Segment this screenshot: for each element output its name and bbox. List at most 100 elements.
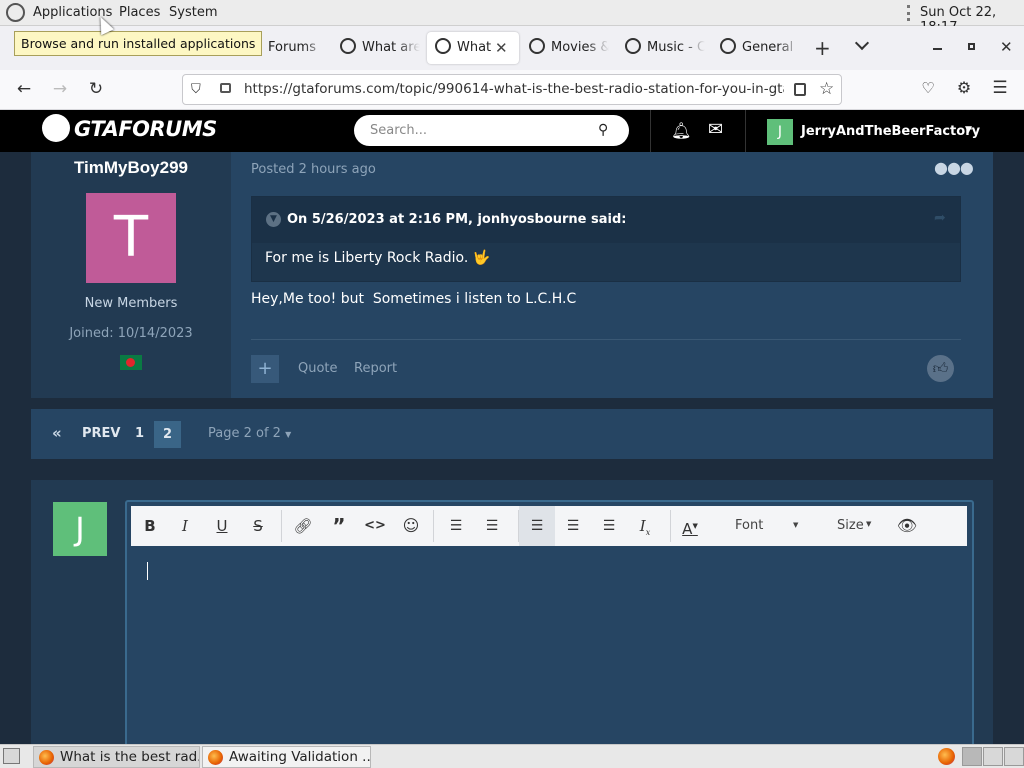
- preview-eye-icon[interactable]: 👁︎: [889, 506, 925, 546]
- link-icon[interactable]: 🔗︎: [285, 506, 321, 546]
- quote-citation: On 5/26/2023 at 2:16 PM, jonhyosbourne s…: [287, 212, 627, 227]
- close-window-icon[interactable]: ✕: [1000, 38, 1013, 56]
- chevron-down-icon: ▼: [793, 521, 799, 529]
- close-tab-icon[interactable]: ✕: [495, 32, 508, 64]
- quote-button[interactable]: Quote: [298, 361, 338, 376]
- back-icon[interactable]: ←: [12, 79, 36, 99]
- search-input[interactable]: Search... ⚲: [354, 115, 629, 146]
- workspace-switcher-2[interactable]: [983, 747, 1003, 766]
- header-divider: [745, 110, 746, 152]
- gtaforums-favicon-icon: [529, 37, 545, 54]
- quote-text: For me is Liberty Rock Radio. 🤟: [265, 250, 491, 266]
- bookmark-star-icon[interactable]: ☆: [819, 75, 834, 104]
- gtaforums-favicon-icon: [625, 37, 641, 54]
- post-timestamp[interactable]: Posted 2 hours ago: [251, 162, 376, 177]
- like-thumbs-up-icon[interactable]: 👍︎: [927, 355, 954, 382]
- quote-share-icon[interactable]: ➦: [934, 210, 946, 226]
- forward-icon[interactable]: →: [48, 79, 72, 99]
- hamburger-menu-icon[interactable]: ☰: [988, 78, 1012, 98]
- search-icon[interactable]: ⚲: [598, 115, 608, 146]
- chevron-down-icon[interactable]: ▼: [965, 125, 972, 135]
- distro-logo-icon[interactable]: [6, 3, 25, 22]
- show-desktop-icon[interactable]: [3, 748, 20, 764]
- page-jump-dropdown[interactable]: Page 2 of 2 ▼: [208, 426, 291, 441]
- align-right-icon[interactable]: ☰: [591, 506, 627, 546]
- tracking-protection-icon[interactable]: ⛉: [191, 75, 201, 104]
- collapse-quote-icon[interactable]: ▼: [266, 212, 281, 227]
- toolbar-separator: [670, 510, 671, 542]
- extensions-icon[interactable]: ⚙: [952, 78, 976, 97]
- strikethrough-icon[interactable]: S: [240, 506, 276, 546]
- page-2-current[interactable]: 2: [154, 421, 181, 448]
- underline-icon[interactable]: U: [204, 506, 240, 546]
- site-logo[interactable]: GTAFORUMS: [42, 114, 217, 144]
- toolbar-separator: [281, 510, 282, 542]
- notifications-bell-icon[interactable]: 🔔︎: [671, 121, 691, 140]
- tab-general[interactable]: General: [720, 32, 800, 64]
- site-header: GTAFORUMS Search... ⚲ 🔔︎ ✉ J JerryAndThe…: [0, 110, 1024, 152]
- post-author-column: TimMyBoy299 T New Members Joined: 10/14/…: [31, 152, 231, 398]
- workspace-switcher-3[interactable]: [1004, 747, 1024, 766]
- chevron-down-icon: ▼: [866, 520, 872, 528]
- taskbar-window-forum[interactable]: What is the best rad...: [33, 746, 200, 768]
- post-divider: [251, 339, 961, 340]
- firefox-icon: [208, 750, 223, 765]
- url-bar[interactable]: ⛉ https://gtaforums.com/topic/990614-wha…: [182, 74, 842, 105]
- url-text[interactable]: https://gtaforums.com/topic/990614-what-…: [244, 75, 784, 104]
- workspace-switcher-1[interactable]: [962, 747, 982, 766]
- gtaforums-favicon-icon: [340, 37, 356, 54]
- new-tab-icon[interactable]: +: [814, 36, 831, 60]
- bulleted-list-icon[interactable]: ☰: [438, 506, 474, 546]
- italic-icon[interactable]: I: [167, 506, 203, 546]
- member-group: New Members: [84, 296, 178, 311]
- joined-date: Joined: 10/14/2023: [69, 326, 193, 341]
- remove-format-icon[interactable]: Ix: [627, 506, 663, 546]
- emoji-icon[interactable]: ☺: [393, 506, 429, 546]
- text-cursor: [147, 562, 148, 580]
- quote-header: ▼ On 5/26/2023 at 2:16 PM, jonhyosbourne…: [252, 197, 960, 243]
- tray-firefox-icon[interactable]: [938, 748, 955, 765]
- text-color-icon[interactable]: A▼: [672, 506, 708, 546]
- tab-current[interactable]: What ✕: [427, 32, 519, 64]
- gtaforums-favicon-icon: [435, 37, 451, 54]
- code-icon[interactable]: <>: [357, 506, 393, 546]
- post-author-avatar[interactable]: T: [86, 193, 176, 283]
- minimize-window-icon[interactable]: [933, 48, 942, 50]
- reload-icon[interactable]: ↻: [84, 79, 108, 99]
- taskbar-window-validation[interactable]: Awaiting Validation ...: [202, 746, 371, 768]
- system-menu[interactable]: System: [169, 5, 217, 20]
- places-menu[interactable]: Places: [119, 5, 160, 20]
- reader-view-icon[interactable]: [794, 83, 806, 96]
- list-all-tabs-icon[interactable]: [854, 35, 870, 51]
- maximize-window-icon[interactable]: [968, 43, 975, 50]
- prev-page-button[interactable]: PREV: [82, 426, 120, 441]
- blockquote-icon[interactable]: ”: [321, 506, 357, 546]
- header-divider: [650, 110, 651, 152]
- messages-envelope-icon[interactable]: ✉: [708, 119, 723, 140]
- align-left-icon[interactable]: ☰: [519, 506, 555, 546]
- report-button[interactable]: Report: [354, 361, 397, 376]
- tab-what-are[interactable]: What are: [340, 32, 420, 64]
- page-1-link[interactable]: 1: [135, 426, 144, 441]
- panel-separator-icon: [907, 5, 910, 21]
- tab-music[interactable]: Music - C: [625, 32, 705, 64]
- multiquote-button[interactable]: +: [251, 355, 279, 383]
- post-options-icon[interactable]: ●●●: [934, 158, 974, 177]
- first-page-button[interactable]: «: [52, 424, 62, 442]
- align-center-icon[interactable]: ☰: [555, 506, 591, 546]
- tab-movies[interactable]: Movies &: [529, 32, 609, 64]
- desktop-top-panel: Applications Places System Sun Oct 22, 1…: [0, 0, 1024, 35]
- size-dropdown[interactable]: Size ▼: [837, 518, 871, 533]
- editor-toolbar: B I U S 🔗︎ ” <> ☺ ☰ ☰ ☰ ☰ ☰ Ix A▼ Font ▼ …: [131, 506, 967, 546]
- lock-icon[interactable]: [220, 83, 231, 93]
- user-menu[interactable]: JerryAndTheBeerFactory: [801, 124, 980, 139]
- font-dropdown[interactable]: Font ▼: [735, 518, 798, 533]
- browser-nav-bar: ← → ↻ ⛉ https://gtaforums.com/topic/9906…: [0, 70, 1024, 110]
- bold-icon[interactable]: B: [132, 506, 168, 546]
- numbered-list-icon[interactable]: ☰: [474, 506, 510, 546]
- desktop-taskbar: What is the best rad... Awaiting Validat…: [0, 744, 1024, 768]
- pocket-icon[interactable]: ♡: [916, 79, 940, 97]
- quote-block: ▼ On 5/26/2023 at 2:16 PM, jonhyosbourne…: [251, 196, 961, 282]
- user-avatar[interactable]: J: [767, 119, 793, 145]
- post-author-name[interactable]: TimMyBoy299: [31, 158, 231, 178]
